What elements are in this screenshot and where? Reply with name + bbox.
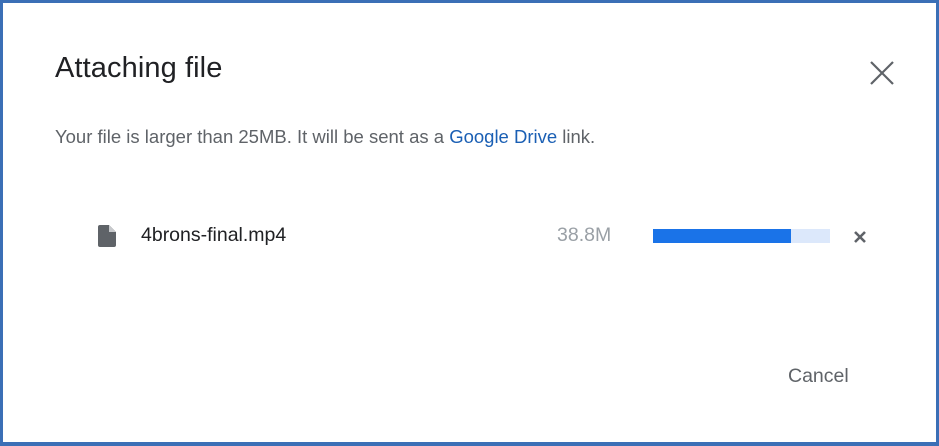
dialog-title: Attaching file: [55, 52, 223, 84]
remove-attachment-button[interactable]: [850, 227, 870, 247]
message-prefix: Your file is larger than 25MB. It will b…: [55, 126, 450, 147]
file-icon: [98, 225, 116, 247]
attachment-row: 4brons-final.mp4 38.8M: [96, 219, 886, 255]
close-button[interactable]: [863, 54, 903, 94]
size-warning-message: Your file is larger than 25MB. It will b…: [55, 126, 595, 148]
upload-progress-bar: [653, 229, 830, 243]
google-drive-link[interactable]: Google Drive: [449, 126, 557, 147]
cancel-button[interactable]: Cancel: [778, 356, 859, 396]
upload-progress-fill: [653, 229, 792, 243]
message-suffix: link.: [557, 126, 596, 147]
window-frame: Attaching file Your file is larger than …: [0, 0, 939, 446]
file-name: 4brons-final.mp4: [141, 224, 287, 246]
file-size: 38.8M: [557, 224, 612, 246]
close-icon: [870, 61, 894, 85]
remove-icon: [854, 231, 866, 243]
attaching-file-dialog: Attaching file Your file is larger than …: [6, 6, 933, 438]
